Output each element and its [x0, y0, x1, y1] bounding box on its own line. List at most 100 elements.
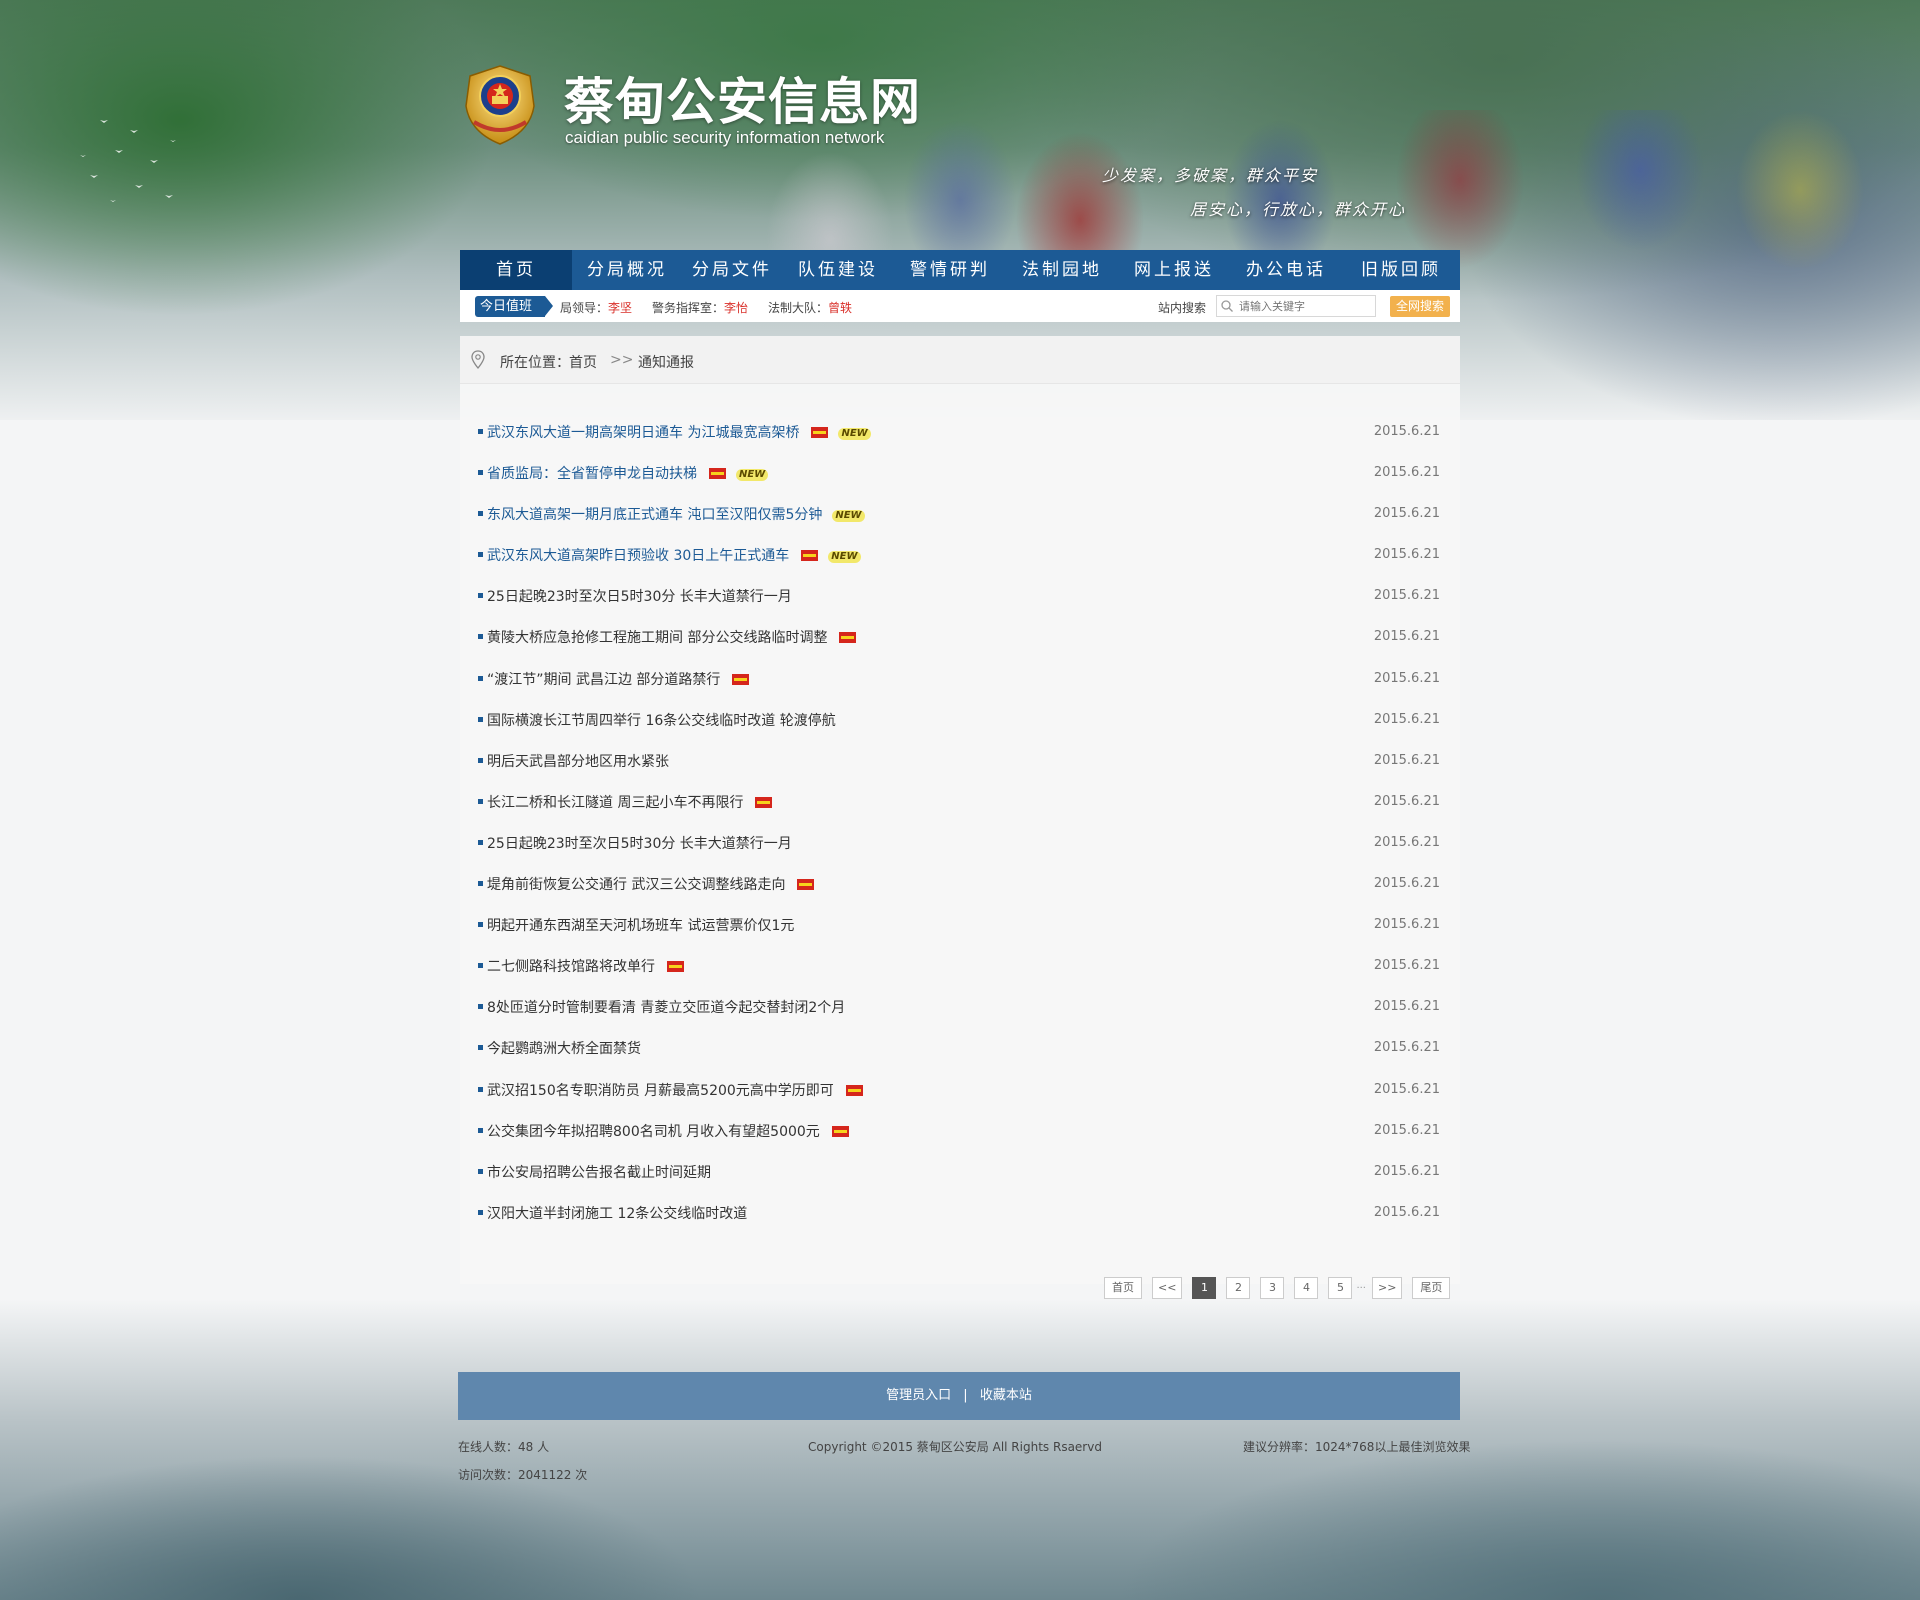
news-title-link[interactable]: 武汉招150名专职消防员 月薪最高5200元高中学历即可: [487, 1080, 863, 1100]
nav-item-phone[interactable]: 办公电话: [1230, 250, 1342, 290]
news-title-link[interactable]: 明后天武昌部分地区用水紧张: [487, 751, 669, 771]
page-ellipsis: ···: [1356, 1282, 1366, 1294]
duty-leader: 局领导：李坚: [560, 299, 632, 316]
search-box: [1216, 295, 1376, 317]
site-subtitle: caidian public security information netw…: [565, 128, 885, 147]
news-title-text: 25日起晚23时至次日5时30分 长丰大道禁行一月: [487, 589, 792, 606]
square-bullet-icon: [478, 757, 483, 763]
breadcrumb-separator: >>: [610, 352, 634, 368]
slogan-line-2: 居安心，行放心，群众开心: [1190, 200, 1407, 219]
search-input[interactable]: [1239, 297, 1371, 315]
news-row: 明后天武昌部分地区用水紧张 2015.6.21: [478, 741, 1452, 782]
breadcrumb-current: 通知通报: [638, 355, 694, 371]
flag-icon: [709, 468, 726, 480]
news-row: 东风大道高架一期月底正式通车 沌口至汉阳仅需5分钟 NEW 2015.6.21: [478, 494, 1452, 535]
page-5-button[interactable]: 5: [1328, 1277, 1353, 1299]
copyright: Copyright ©2015 蔡甸区公安局 All Rights Rsaerv…: [808, 1440, 1102, 1454]
bookmark-site-link[interactable]: 收藏本站: [980, 1388, 1032, 1403]
square-bullet-icon: [478, 922, 483, 928]
page-prev-button[interactable]: <<: [1152, 1277, 1183, 1299]
page-first-button[interactable]: 首页: [1104, 1277, 1142, 1299]
news-title-link[interactable]: 市公安局招聘公告报名截止时间延期: [487, 1162, 711, 1182]
duty-name: 曾轶: [828, 301, 853, 315]
news-title-text: 8处匝道分时管制要看清 青菱立交匝道今起交替封闭2个月: [487, 1000, 846, 1017]
square-bullet-icon: [478, 1004, 483, 1010]
admin-login-link[interactable]: 管理员入口: [886, 1388, 951, 1403]
page-1-button[interactable]: 1: [1192, 1277, 1217, 1299]
news-title-link[interactable]: 明起开通东西湖至天河机场班车 试运营票价仅1元: [487, 915, 794, 935]
news-title-link[interactable]: 汉阳大道半封闭施工 12条公交线临时改道: [487, 1203, 747, 1223]
news-row: 市公安局招聘公告报名截止时间延期 2015.6.21: [478, 1152, 1452, 1193]
search-button[interactable]: 全网搜索: [1390, 296, 1450, 317]
nav-item-case-analysis[interactable]: 警情研判: [894, 250, 1006, 290]
news-row: 堤角前街恢复公交通行 武汉三公交调整线路走向 2015.6.21: [478, 864, 1452, 905]
news-date: 2015.6.21: [1373, 752, 1440, 768]
news-title-link[interactable]: 武汉东风大道高架昨日预验收 30日上午正式通车 NEW: [487, 545, 861, 565]
resolution-note: 建议分辨率：1024*768以上最佳浏览效果: [1243, 1440, 1471, 1454]
news-list: 武汉东风大道一期高架明日通车 为江城最宽高架桥 NEW 2015.6.21 省质监局：…: [478, 412, 1452, 1234]
news-row: 黄陵大桥应急抢修工程施工期间 部分公交线路临时调整 2015.6.21: [478, 617, 1452, 658]
news-row: 8处匝道分时管制要看清 青菱立交匝道今起交替封闭2个月 2015.6.21: [478, 987, 1452, 1028]
duty-tag: 今日值班: [475, 296, 553, 317]
page-2-button[interactable]: 2: [1226, 1277, 1251, 1299]
news-title-text: 东风大道高架一期月底正式通车 沌口至汉阳仅需5分钟: [487, 507, 823, 524]
police-emblem-icon: [465, 65, 535, 145]
news-title-link[interactable]: 二七侧路科技馆路将改单行: [487, 956, 684, 976]
square-bullet-icon: [478, 470, 483, 476]
breadcrumb: 所在位置： 首页 >> 通知通报: [460, 336, 1460, 384]
page-last-button[interactable]: 尾页: [1412, 1277, 1451, 1299]
news-title-link[interactable]: 25日起晚23时至次日5时30分 长丰大道禁行一月: [487, 586, 792, 606]
square-bullet-icon: [478, 634, 483, 640]
square-bullet-icon: [478, 1168, 483, 1174]
nav-item-team-building[interactable]: 队伍建设: [782, 250, 894, 290]
news-title-text: 公交集团今年拟招聘800名司机 月收入有望超5000元: [487, 1123, 820, 1140]
duty-name: 李怡: [724, 301, 749, 315]
news-title-link[interactable]: 25日起晚23时至次日5时30分 长丰大道禁行一月: [487, 833, 792, 853]
news-title-text: 明后天武昌部分地区用水紧张: [487, 753, 669, 770]
slogan-line-1: 少发案，多破案，群众平安: [1102, 166, 1319, 185]
page-4-button[interactable]: 4: [1294, 1277, 1319, 1299]
news-title-link[interactable]: 武汉东风大道一期高架明日通车 为江城最宽高架桥 NEW: [487, 422, 871, 442]
news-date: 2015.6.21: [1373, 793, 1440, 809]
square-bullet-icon: [478, 511, 483, 517]
news-title-link[interactable]: “渡江节”期间 武昌江边 部分道路禁行: [487, 669, 750, 689]
news-title-link[interactable]: 长江二桥和长江隧道 周三起小车不再限行: [487, 792, 773, 812]
news-title-text: 武汉招150名专职消防员 月薪最高5200元高中学历即可: [487, 1082, 834, 1099]
news-title-text: 武汉东风大道一期高架明日通车 为江城最宽高架桥: [487, 425, 800, 441]
news-title-link[interactable]: 8处匝道分时管制要看清 青菱立交匝道今起交替封闭2个月: [487, 997, 845, 1017]
square-bullet-icon: [478, 675, 483, 681]
news-title-link[interactable]: 堤角前街恢复公交通行 武汉三公交调整线路走向: [487, 874, 815, 894]
news-date: 2015.6.21: [1373, 424, 1440, 439]
nav-item-documents[interactable]: 分局文件: [682, 250, 782, 290]
nav-item-overview[interactable]: 分局概况: [572, 250, 682, 290]
nav-item-home[interactable]: 首页: [460, 250, 572, 290]
news-title-link[interactable]: 今起鹦鹉洲大桥全面禁货: [487, 1038, 641, 1058]
news-title-text: 黄陵大桥应急抢修工程施工期间 部分公交线路临时调整: [487, 630, 828, 647]
news-title-link[interactable]: 黄陵大桥应急抢修工程施工期间 部分公交线路临时调整: [487, 627, 857, 647]
flag-icon: [845, 1084, 863, 1096]
news-title-link[interactable]: 东风大道高架一期月底正式通车 沌口至汉阳仅需5分钟 NEW: [487, 504, 865, 524]
square-bullet-icon: [478, 716, 483, 722]
page-next-button[interactable]: >>: [1371, 1277, 1403, 1299]
breadcrumb-label: 所在位置：: [500, 355, 570, 371]
news-title-link[interactable]: 省质监局：全省暂停申龙自动扶梯 NEW: [487, 463, 769, 483]
duty-role: 局领导：: [560, 301, 609, 315]
content-panel: 武汉东风大道一期高架明日通车 为江城最宽高架桥 NEW 2015.6.21 省质监局：…: [460, 384, 1460, 1299]
breadcrumb-home-link[interactable]: 首页: [569, 352, 597, 372]
news-row: 二七侧路科技馆路将改单行 2015.6.21: [478, 946, 1452, 987]
nav-item-online-report[interactable]: 网上报送: [1118, 250, 1230, 290]
duty-bar: 今日值班 局领导：李坚 警务指挥室：李怡 法制大队：曾轶 站内搜索 全网搜索: [460, 290, 1460, 322]
news-date: 2015.6.21: [1373, 629, 1440, 645]
news-row: “渡江节”期间 武昌江边 部分道路禁行 2015.6.21: [478, 659, 1452, 700]
visit-count: 访问次数：2041122 次: [458, 1468, 588, 1482]
nav-item-legal[interactable]: 法制园地: [1006, 250, 1118, 290]
news-title-link[interactable]: 国际横渡长江节周四举行 16条公交线临时改道 轮渡停航: [487, 710, 836, 730]
page-3-button[interactable]: 3: [1260, 1277, 1285, 1299]
news-row: 国际横渡长江节周四举行 16条公交线临时改道 轮渡停航 2015.6.21: [478, 700, 1452, 741]
news-row: 25日起晚23时至次日5时30分 长丰大道禁行一月 2015.6.21: [478, 576, 1452, 617]
main-nav: 首页 分局概况 分局文件 队伍建设 警情研判 法制园地 网上报送 办公电话 旧版…: [460, 250, 1460, 290]
nav-item-old-version[interactable]: 旧版回顾: [1342, 250, 1460, 290]
news-title-link[interactable]: 公交集团今年拟招聘800名司机 月收入有望超5000元: [487, 1121, 849, 1141]
news-date: 2015.6.21: [1373, 917, 1440, 933]
news-title-text: 明起开通东西湖至天河机场班车 试运营票价仅1元: [487, 918, 795, 935]
